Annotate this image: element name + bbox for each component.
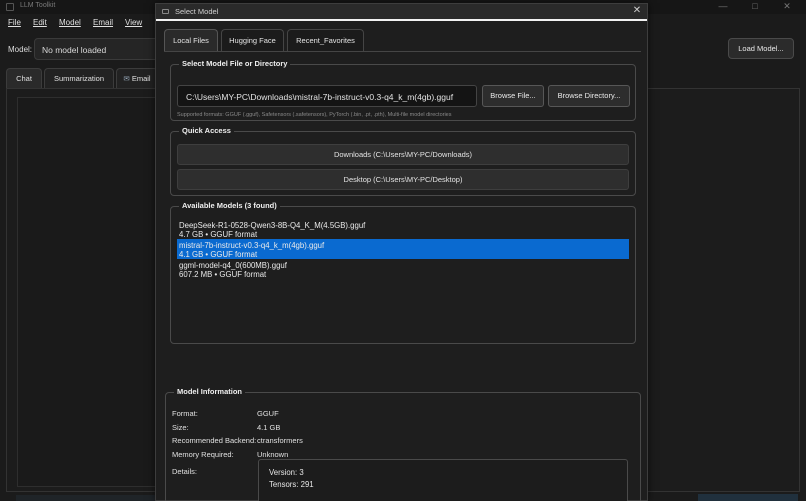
local-files-panel: Select Model File or Directory C:\Users\… bbox=[164, 51, 641, 501]
model-filename: mistral-7b-instruct-v0.3-q4_k_m(4gb).ggu… bbox=[179, 241, 325, 250]
status-strip bbox=[16, 495, 156, 501]
size-label: Size: bbox=[172, 423, 189, 432]
size-value: 4.1 GB bbox=[257, 423, 281, 432]
model-filename: DeepSeek-R1-0528-Qwen3-8B-Q4_K_M(4.5GB).… bbox=[179, 221, 366, 230]
list-item[interactable]: DeepSeek-R1-0528-Qwen3-8B-Q4_K_M(4.5GB).… bbox=[177, 219, 629, 239]
model-label: Model: bbox=[8, 45, 33, 54]
details-version: Version: 3 bbox=[269, 468, 304, 477]
main-window-title: LLM Toolkit bbox=[20, 2, 56, 9]
details-tensors: Tensors: 291 bbox=[269, 480, 314, 489]
select-model-dialog: Select Model ✕ Local Files Hugging Face … bbox=[155, 3, 648, 501]
list-item[interactable]: ggml-model-q4_0(600MB).gguf 607.2 MB • G… bbox=[177, 259, 629, 279]
details-box[interactable]: Version: 3 Tensors: 291 bbox=[258, 459, 628, 501]
tab-summarization[interactable]: Summarization bbox=[44, 68, 114, 88]
tab-local-files[interactable]: Local Files bbox=[164, 29, 218, 51]
model-filename: ggml-model-q4_0(600MB).gguf bbox=[179, 261, 287, 270]
browse-file-button[interactable]: Browse File... bbox=[482, 85, 544, 107]
dialog-window-icon bbox=[162, 9, 169, 14]
available-models-title: Available Models (3 found) bbox=[179, 201, 280, 210]
dialog-close-icon[interactable]: ✕ bbox=[631, 5, 643, 17]
model-info-title: Model Information bbox=[174, 387, 245, 396]
tab-chat[interactable]: Chat bbox=[6, 68, 42, 88]
quick-access-title: Quick Access bbox=[179, 126, 234, 135]
model-meta: 4.7 GB • GGUF format bbox=[179, 230, 258, 239]
dialog-titlebar: Select Model ✕ bbox=[156, 4, 647, 19]
model-meta: 607.2 MB • GGUF format bbox=[179, 270, 267, 279]
maximize-icon[interactable]: □ bbox=[744, 0, 766, 14]
details-label: Details: bbox=[172, 467, 198, 476]
browse-directory-button[interactable]: Browse Directory... bbox=[548, 85, 630, 107]
available-models-group: Available Models (3 found) DeepSeek-R1-0… bbox=[170, 201, 636, 344]
tab-email[interactable]: ✉ Email bbox=[116, 68, 158, 88]
tab-hugging-face[interactable]: Hugging Face bbox=[221, 29, 284, 51]
minimize-icon[interactable]: — bbox=[712, 0, 734, 14]
memory-label: Memory Required: bbox=[172, 450, 234, 459]
dialog-title: Select Model bbox=[175, 7, 219, 16]
menu-email[interactable]: Email bbox=[93, 18, 113, 27]
menu-model[interactable]: Model bbox=[59, 18, 81, 27]
supported-formats-hint: Supported formats: GGUF (.gguf), Safeten… bbox=[177, 112, 452, 118]
downloads-shortcut-button[interactable]: Downloads (C:\Users\MY-PC/Downloads) bbox=[177, 144, 629, 165]
app-icon bbox=[6, 3, 14, 11]
dialog-accent-bar bbox=[156, 19, 647, 21]
backend-value: ctransformers bbox=[257, 436, 303, 445]
format-value: GGUF bbox=[257, 409, 279, 418]
menu-file[interactable]: File bbox=[8, 18, 21, 27]
select-file-group: Select Model File or Directory C:\Users\… bbox=[170, 59, 636, 121]
models-list: DeepSeek-R1-0528-Qwen3-8B-Q4_K_M(4.5GB).… bbox=[177, 215, 629, 343]
status-button[interactable] bbox=[698, 494, 798, 501]
backend-label: Recommended Backend: bbox=[172, 436, 257, 445]
tab-recent-favorites[interactable]: Recent_Favorites bbox=[287, 29, 364, 51]
load-model-button[interactable]: Load Model... bbox=[728, 38, 794, 59]
format-label: Format: bbox=[172, 409, 198, 418]
model-meta: 4.1 GB • GGUF format bbox=[179, 250, 258, 259]
memory-value: Unknown bbox=[257, 450, 289, 459]
model-path-input[interactable]: C:\Users\MY-PC\Downloads\mistral-7b-inst… bbox=[177, 85, 477, 107]
select-file-group-title: Select Model File or Directory bbox=[179, 59, 291, 68]
mail-icon: ✉ bbox=[123, 74, 130, 83]
model-select[interactable]: No model loaded bbox=[34, 38, 164, 60]
list-item-selected[interactable]: mistral-7b-instruct-v0.3-q4_k_m(4gb).ggu… bbox=[177, 239, 629, 259]
desktop-shortcut-button[interactable]: Desktop (C:\Users\MY-PC/Desktop) bbox=[177, 169, 629, 190]
model-info-group: Model Information Format: GGUF Size: 4.1… bbox=[165, 387, 641, 501]
menu-edit[interactable]: Edit bbox=[33, 18, 47, 27]
close-icon[interactable]: ✕ bbox=[776, 0, 798, 14]
chat-panel bbox=[17, 97, 157, 487]
quick-access-group: Quick Access Downloads (C:\Users\MY-PC/D… bbox=[170, 126, 636, 196]
tab-email-label: Email bbox=[131, 74, 151, 83]
menu-view[interactable]: View bbox=[125, 18, 142, 27]
